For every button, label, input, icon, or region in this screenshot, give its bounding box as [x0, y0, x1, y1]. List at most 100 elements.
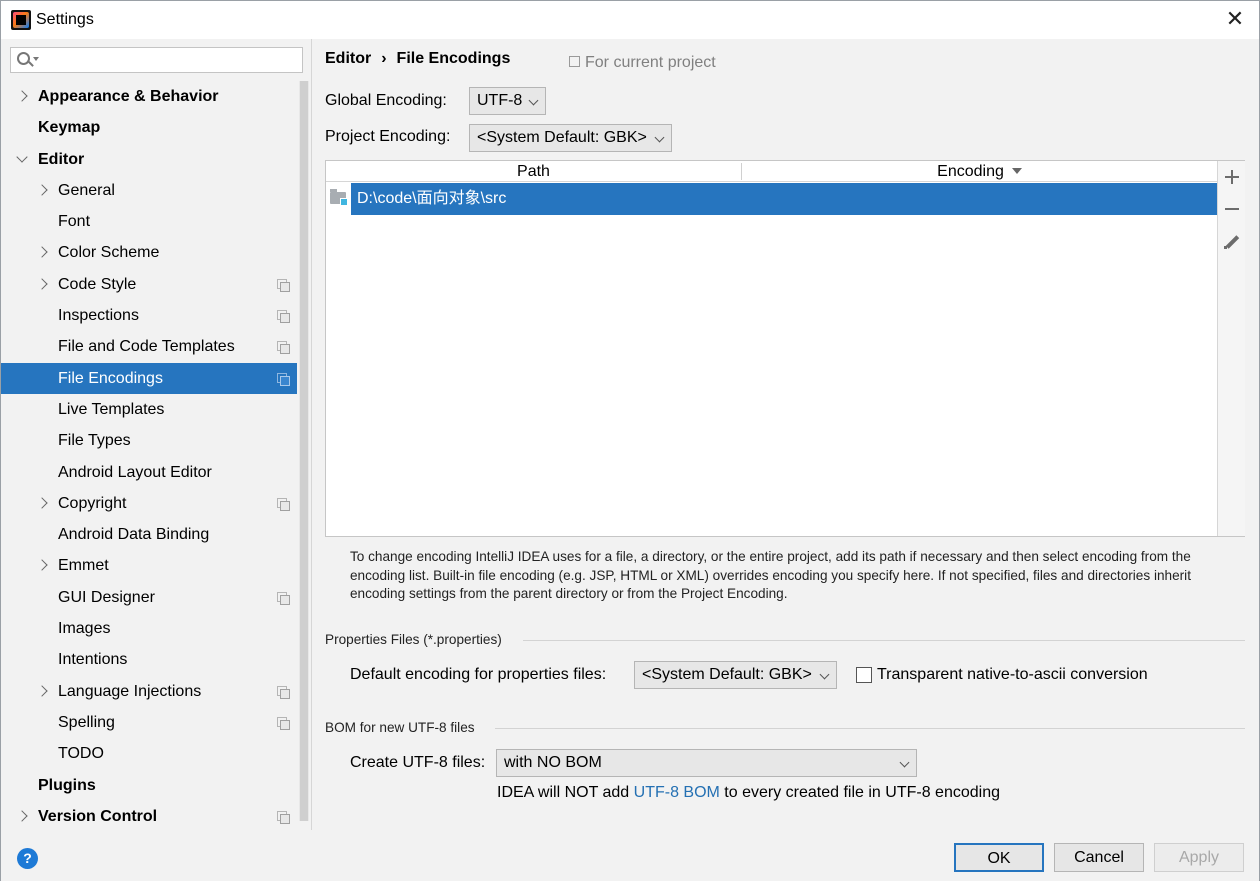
source-folder-icon	[330, 189, 348, 206]
sidebar-item-spelling[interactable]: Spelling	[1, 707, 297, 738]
sidebar-item-label: Language Injections	[58, 682, 202, 700]
sidebar-item-plugins[interactable]: Plugins	[1, 770, 297, 801]
sidebar-item-todo[interactable]: TODO	[1, 738, 297, 769]
help-icon[interactable]: ?	[17, 848, 38, 869]
project-scope-icon	[277, 278, 290, 292]
properties-group-divider	[523, 640, 1245, 641]
sidebar-item-appearance-behavior[interactable]: Appearance & Behavior	[1, 81, 297, 112]
native-to-ascii-label[interactable]: Transparent native-to-ascii conversion	[877, 666, 1148, 684]
window-title: Settings	[36, 11, 94, 28]
column-header-encoding[interactable]: Encoding	[742, 161, 1217, 182]
bom-select-value: with NO BOM	[504, 754, 602, 771]
global-encoding-select[interactable]: UTF-8	[469, 87, 546, 115]
breadcrumb: Editor › File Encodings	[325, 50, 510, 68]
column-header-path[interactable]: Path	[326, 161, 741, 182]
sidebar-item-editor[interactable]: Editor	[1, 144, 297, 175]
sidebar-item-label: Code Style	[58, 275, 137, 293]
native-to-ascii-checkbox[interactable]	[856, 667, 872, 683]
sidebar-item-general[interactable]: General	[1, 175, 297, 206]
sidebar-item-intentions[interactable]: Intentions	[1, 644, 297, 675]
table-row[interactable]: D:\code\面向对象\src	[326, 183, 1217, 215]
edit-pencil-icon[interactable]	[1224, 234, 1240, 250]
sidebar-item-label: Emmet	[58, 557, 109, 575]
chevron-right-icon[interactable]	[36, 237, 48, 268]
sidebar-item-copyright[interactable]: Copyright	[1, 488, 297, 519]
global-encoding-value: UTF-8	[477, 92, 523, 109]
ok-button[interactable]: OK	[954, 843, 1044, 872]
project-scope-icon	[277, 310, 290, 324]
sidebar-item-label: Android Layout Editor	[58, 463, 212, 481]
sidebar-item-android-layout-editor[interactable]: Android Layout Editor	[1, 457, 297, 488]
settings-sidebar: Appearance & Behavior Keymap Editor General…	[1, 39, 312, 830]
bom-group-divider	[495, 728, 1245, 729]
table-toolbar	[1217, 161, 1245, 536]
sidebar-item-version-control[interactable]: Version Control	[1, 801, 297, 832]
apply-button[interactable]: Apply	[1154, 843, 1244, 872]
sidebar-item-code-style[interactable]: Code Style	[1, 269, 297, 300]
project-scope-icon	[569, 56, 580, 67]
sidebar-item-label: Version Control	[38, 807, 158, 825]
sidebar-item-label: Intentions	[58, 651, 128, 669]
cancel-button[interactable]: Cancel	[1054, 843, 1144, 872]
sidebar-item-android-data-binding[interactable]: Android Data Binding	[1, 519, 297, 550]
sort-desc-icon	[1011, 168, 1022, 174]
sidebar-item-file-types[interactable]: File Types	[1, 425, 297, 456]
project-encoding-select[interactable]: <System Default: GBK>	[469, 124, 672, 152]
chevron-right-icon[interactable]	[36, 550, 48, 581]
table-cell-path[interactable]: D:\code\面向对象\src	[351, 183, 1217, 215]
remove-icon[interactable]	[1224, 201, 1240, 217]
chevron-right-icon[interactable]	[36, 488, 48, 519]
bom-select[interactable]: with NO BOM	[496, 749, 917, 777]
sidebar-item-images[interactable]: Images	[1, 613, 297, 644]
intellij-app-icon	[11, 10, 31, 30]
chevron-right-icon[interactable]	[16, 801, 28, 832]
project-encoding-value: <System Default: GBK>	[477, 129, 647, 146]
settings-content: Editor › File Encodings For current projec…	[313, 39, 1259, 830]
sidebar-item-file-encodings[interactable]: File Encodings	[1, 362, 297, 394]
breadcrumb-parent[interactable]: Editor	[325, 50, 371, 67]
sidebar-item-keymap[interactable]: Keymap	[1, 112, 297, 143]
chevron-right-icon[interactable]	[16, 81, 28, 112]
sidebar-item-language-injections[interactable]: Language Injections	[1, 676, 297, 707]
sidebar-item-label: Live Templates	[58, 400, 165, 418]
sidebar-item-inspections[interactable]: Inspections	[1, 300, 297, 331]
settings-window: Settings ✕ Appearance & Behavior Keymap Ed…	[0, 0, 1260, 881]
project-scope-label: For current project	[569, 54, 716, 72]
breadcrumb-current: File Encodings	[396, 50, 511, 67]
sidebar-item-label: TODO	[58, 745, 104, 763]
bom-note-prefix: IDEA will NOT add	[497, 784, 634, 801]
global-encoding-label: Global Encoding:	[325, 92, 447, 109]
utf8-bom-link[interactable]: UTF-8 BOM	[634, 784, 720, 801]
sidebar-item-label: Spelling	[58, 713, 115, 731]
settings-tree: Appearance & Behavior Keymap Editor General…	[1, 81, 297, 832]
sidebar-item-label: Android Data Binding	[58, 526, 210, 544]
title-bar: Settings ✕	[1, 1, 1259, 39]
add-icon[interactable]	[1224, 169, 1240, 185]
sidebar-item-emmet[interactable]: Emmet	[1, 550, 297, 581]
chevron-down-icon[interactable]	[16, 144, 28, 175]
chevron-right-icon[interactable]	[36, 175, 48, 206]
sidebar-scrollbar[interactable]	[299, 81, 309, 821]
properties-encoding-select[interactable]: <System Default: GBK>	[634, 661, 837, 689]
project-scope-icon	[277, 685, 290, 699]
sidebar-item-color-scheme[interactable]: Color Scheme	[1, 237, 297, 268]
breadcrumb-separator: ›	[381, 50, 387, 67]
path-encoding-table: Path Encoding D:\code\面向对象\src	[325, 160, 1245, 537]
sidebar-item-gui-designer[interactable]: GUI Designer	[1, 582, 297, 613]
chevron-right-icon[interactable]	[36, 676, 48, 707]
sidebar-item-label: Images	[58, 620, 111, 638]
sidebar-item-live-templates[interactable]: Live Templates	[1, 394, 297, 425]
search-options-caret-icon[interactable]	[33, 57, 39, 61]
sidebar-item-file-and-code-templates[interactable]: File and Code Templates	[1, 331, 297, 362]
sidebar-item-font[interactable]: Font	[1, 206, 297, 237]
sidebar-item-label: Appearance & Behavior	[38, 88, 219, 105]
column-header-encoding-label: Encoding	[937, 163, 1004, 180]
chevron-down-icon	[528, 95, 539, 106]
close-icon[interactable]: ✕	[1223, 7, 1247, 31]
bom-note: IDEA will NOT add UTF-8 BOM to every cre…	[497, 784, 1000, 802]
project-scope-icon	[277, 591, 290, 605]
search-input[interactable]	[10, 47, 303, 73]
chevron-right-icon[interactable]	[36, 269, 48, 300]
sidebar-scrollbar-thumb[interactable]	[300, 81, 308, 821]
sidebar-item-label: Inspections	[58, 307, 139, 325]
